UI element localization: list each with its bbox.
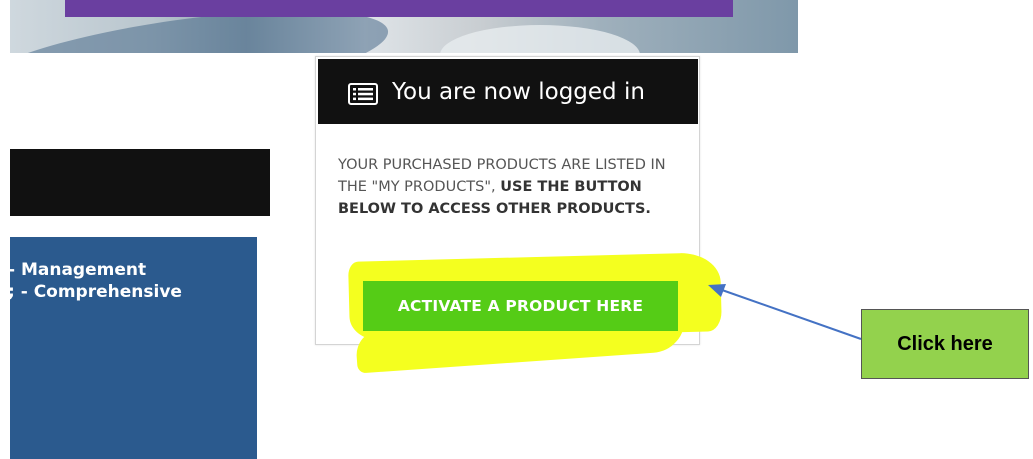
course-title-line-2: ; - Comprehensive — [8, 282, 182, 302]
activate-product-button[interactable]: ACTIVATE A PRODUCT HERE — [363, 281, 678, 331]
list-icon — [348, 83, 378, 105]
logged-in-card-header: You are now logged in — [318, 59, 698, 124]
banner-stripe — [65, 0, 733, 17]
logged-in-title: You are now logged in — [392, 79, 645, 105]
section-header-bar — [10, 149, 270, 216]
banner-background-shape — [440, 25, 640, 53]
logged-in-message: YOUR PURCHASED PRODUCTS ARE LISTED IN TH… — [338, 154, 688, 220]
course-panel[interactable]: - Management ; - Comprehensive — [8, 237, 257, 459]
hero-banner-image — [10, 0, 798, 53]
course-title-line-1: - Management — [8, 260, 147, 280]
click-here-callout: Click here — [861, 309, 1029, 379]
